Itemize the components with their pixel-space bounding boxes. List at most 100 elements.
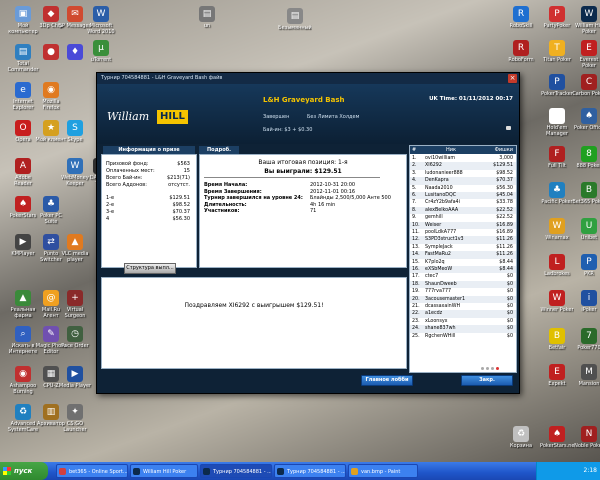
player-row[interactable]: 9. gemhill $22.52 <box>410 214 516 221</box>
desktop-icon[interactable]: P PKR <box>572 254 600 277</box>
player-chips: $22.52 <box>496 207 513 213</box>
player-row[interactable]: 2. XI6292 $129.51 <box>410 162 516 170</box>
desktop-icon-label: Skype <box>67 137 83 143</box>
desktop-icon[interactable]: W Winner Poker <box>540 290 574 313</box>
taskbar-item[interactable]: Турнир 704584881 - ... <box>274 464 346 478</box>
player-row[interactable]: 18. ShaunDweeb $0 <box>410 280 516 289</box>
window-icon <box>277 468 284 475</box>
player-row[interactable]: 24. shane837wh $0 <box>410 325 516 333</box>
player-chips: $16.89 <box>496 230 513 235</box>
player-row[interactable]: 3. ludonanieer888 $98.52 <box>410 170 516 177</box>
player-row[interactable]: 8. alexBelkoAAA $22.52 <box>410 206 516 215</box>
player-row[interactable]: 14. FastMaRu2 $11.26 <box>410 251 516 259</box>
desktop-icon[interactable]: L Ladbrokes <box>540 254 574 277</box>
desktop-icon[interactable]: ♠ PokerStars.net <box>540 426 574 449</box>
desktop-icon[interactable]: F Full Tilt <box>540 146 574 169</box>
desktop-icon[interactable]: BBet365 Poker <box>572 182 600 205</box>
desktop-icon[interactable]: ◷ Pace Order <box>58 326 92 349</box>
tab-details[interactable]: Подроб. <box>199 146 239 154</box>
taskbar-item[interactable]: William Hill Poker <box>130 464 198 478</box>
congrats-message: Поздравляем XI6292 с выигрышем $129.51! <box>184 302 324 309</box>
close-button[interactable]: Закр. <box>461 375 513 386</box>
player-chips: $0 <box>506 311 513 317</box>
desktop-icon[interactable]: ▤ un <box>190 6 224 29</box>
desktop-icon[interactable]: P PartyPoker <box>540 6 574 29</box>
payout-structure-button[interactable]: Структура выпл... <box>124 263 176 274</box>
player-chips: $11.26 <box>496 252 513 258</box>
desktop-icon[interactable]: M Mansion <box>572 364 600 387</box>
player-row[interactable]: 15. K7plo2q $8.44 <box>410 259 516 266</box>
player-row[interactable]: 23. xLoonsyx $0 <box>410 318 516 325</box>
player-row[interactable]: 20. 3acousemaster1 $0 <box>410 295 516 303</box>
players-table[interactable]: # Ник Фишки 1. ovi10william 3,000 2. XI6292 $… <box>409 145 517 373</box>
desktop-icon-label: PokerStars.net <box>540 443 574 449</box>
desktop-icon[interactable]: E Everest Poker <box>572 40 600 69</box>
desktop-icon[interactable]: T Titan Poker <box>540 40 574 63</box>
desktop-icon[interactable]: + Virtual Surgeon <box>58 290 92 319</box>
detail-value: 2012-11-01 00:16 <box>310 188 356 195</box>
tab-prize-info[interactable]: Информация о призе <box>103 146 195 154</box>
desktop-icon[interactable]: ♻ Корзина <box>504 426 538 449</box>
player-row[interactable]: 11. poolLdkA777 $16.89 <box>410 229 516 236</box>
desktop-icon[interactable]: E Expekt <box>540 364 574 387</box>
app-icon: ▥ <box>43 404 59 420</box>
main-lobby-button[interactable]: Главное лобби <box>361 375 413 386</box>
desktop-icon[interactable]: H Hold'em Manager <box>540 108 574 137</box>
desktop-icon[interactable]: WWilliam Hill Poker <box>572 6 600 35</box>
player-row[interactable]: 22. a1ecdz $0 <box>410 310 516 318</box>
taskbar-item[interactable]: van.bmp - Paint <box>348 464 418 478</box>
desktop-icon[interactable]: ✦ CS:GO Launcher <box>58 404 92 433</box>
desktop-icon-label: Expekt <box>548 381 566 387</box>
desktop-icon[interactable]: B Betfair <box>540 328 574 351</box>
player-row[interactable]: 12. S3PD3struct1v3 $11.26 <box>410 236 516 244</box>
desktop-icon[interactable]: R RoboForm <box>504 40 538 63</box>
desktop-icon[interactable]: W Winamax <box>540 218 574 241</box>
player-row[interactable]: 17. ctec7 $0 <box>410 273 516 280</box>
taskbar: пуск bet365 - Online Sport... William Hil… <box>0 462 600 480</box>
player-row[interactable]: 6. LusitanoDQC $45.04 <box>410 192 516 200</box>
desktop-icon[interactable]: P PokerTracker <box>540 74 574 97</box>
desktop-icon[interactable]: 8 888 Poker <box>572 146 600 169</box>
app-icon: ◆ <box>43 6 59 22</box>
player-row[interactable]: 19. 777rva777 $0 <box>410 288 516 295</box>
app-icon: ⇄ <box>43 234 59 250</box>
pager-dots[interactable] <box>481 365 501 372</box>
player-row[interactable]: 21. dcassaxainWH $0 <box>410 303 516 310</box>
taskbar-item[interactable]: bet365 - Online Sport... <box>56 464 128 478</box>
place-value: $98.52 <box>172 202 191 208</box>
player-row[interactable]: 13. SympleJack $11.26 <box>410 244 516 251</box>
desktop-icon[interactable]: S Skype <box>58 120 92 143</box>
desktop-icon[interactable]: i iPoker <box>572 290 600 313</box>
player-row[interactable]: 16. eXSbMeoW $8.44 <box>410 266 516 274</box>
desktop-icon[interactable]: ▲ VLC media player <box>58 234 92 263</box>
player-row[interactable]: 4. DenKapra $70.37 <box>410 177 516 185</box>
player-row[interactable]: 7. Cr4zY2b9afa4i $33.78 <box>410 199 516 206</box>
desktop-icon[interactable]: ♦ <box>58 44 92 61</box>
desktop-icon[interactable]: W Microsoft Word 2010 <box>84 6 118 35</box>
player-row[interactable]: 25. RgchenWHill $0 <box>410 333 516 340</box>
player-row[interactable]: 10. Weiser $16.89 <box>410 221 516 229</box>
start-button[interactable]: пуск <box>0 462 48 480</box>
desktop-icon[interactable]: R RoboSkill <box>504 6 538 29</box>
desktop-icon[interactable]: CCarbon Poker <box>572 74 600 97</box>
player-chips: $0 <box>506 326 513 332</box>
desktop-icon[interactable]: ▤ Безымянный <box>278 8 312 31</box>
desktop-icon[interactable]: ♣ Pacific Poker <box>540 182 574 205</box>
desktop-icon[interactable]: ▶ Media Player <box>58 366 92 389</box>
system-tray[interactable]: 2:18 <box>536 462 600 480</box>
desktop-icon[interactable]: U Unibet <box>572 218 600 241</box>
detail-row: Турнир завершился на уровне 24: Блайнды 2… <box>204 195 391 201</box>
desktop-icon[interactable]: ♣ Poker PC Suite <box>34 196 68 225</box>
close-icon[interactable]: × <box>508 74 517 83</box>
desktop-icon[interactable]: ♠Poker Office <box>572 108 600 131</box>
desktop-icon[interactable]: A Adobe Reader <box>6 158 40 187</box>
taskbar-item[interactable]: Турнир 704584881 - ... <box>200 464 272 478</box>
player-row[interactable]: 5. Naada2010 $56.30 <box>410 185 516 192</box>
app-icon: H <box>549 108 565 124</box>
logo-word: William <box>107 110 150 123</box>
desktop-icon[interactable]: NNoble Poker <box>572 426 600 449</box>
window-titlebar[interactable]: Турнир 704584881 - L&H Graveyard Bash фа… <box>97 73 519 84</box>
desktop-icon[interactable]: 7 Poker770 <box>572 328 600 351</box>
player-row[interactable]: 1. ovi10william 3,000 <box>410 155 516 162</box>
desktop-icon[interactable]: ◉ Mozilla Firefox <box>34 82 68 111</box>
